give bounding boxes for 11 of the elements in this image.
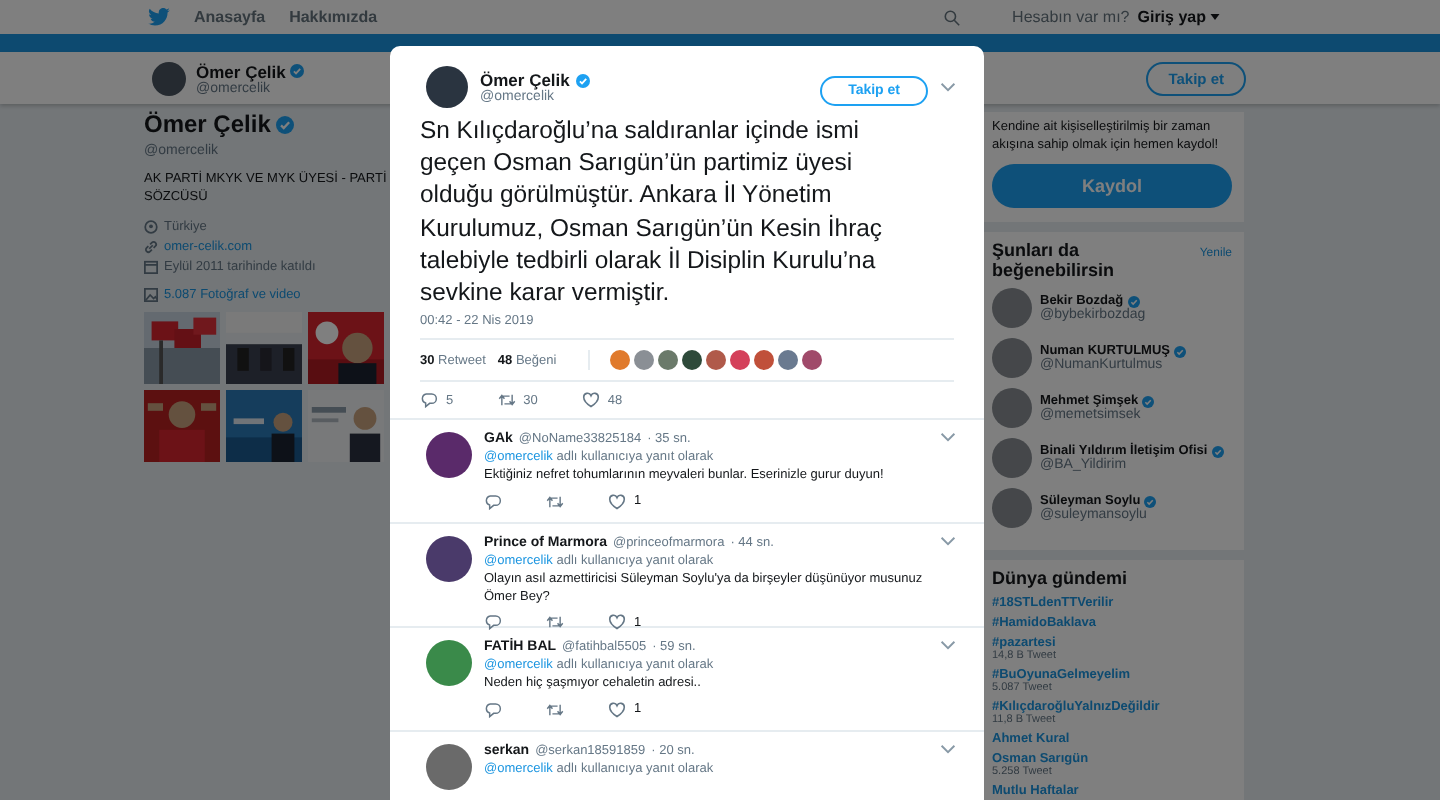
nav-link[interactable]: Anasayfa	[194, 8, 266, 26]
signup-button[interactable]: Kaydol	[992, 164, 1232, 208]
account-prompt: Hesabın var mı?	[1012, 8, 1130, 26]
profile-name: Ömer Çelik	[196, 61, 286, 81]
login-link[interactable]: Giriş yap	[1137, 8, 1220, 26]
card-title: Dünya gündemi	[992, 568, 1128, 588]
card-title: Şunları da beğenebilirsin	[992, 240, 1117, 280]
profile-name: Ömer Çelik	[144, 110, 271, 138]
nav-link[interactable]: Hakkımızda	[289, 8, 378, 26]
author-name: Ömer Çelik	[480, 70, 570, 90]
tweet-text: Sn Kılıçdaroğlu’na saldıranlar içinde ismi geçen Osman Sarıgün’ün partimiz üyesi olduğu görülmüştür. Ankara İl Yönetim Kurulumuz, Osman Sarıgün’ün Kesin İhraç talebiyle tedbirli olarak İl Disiplin Kurulu’na sevkine karar vermiştir.	[418, 114, 884, 309]
